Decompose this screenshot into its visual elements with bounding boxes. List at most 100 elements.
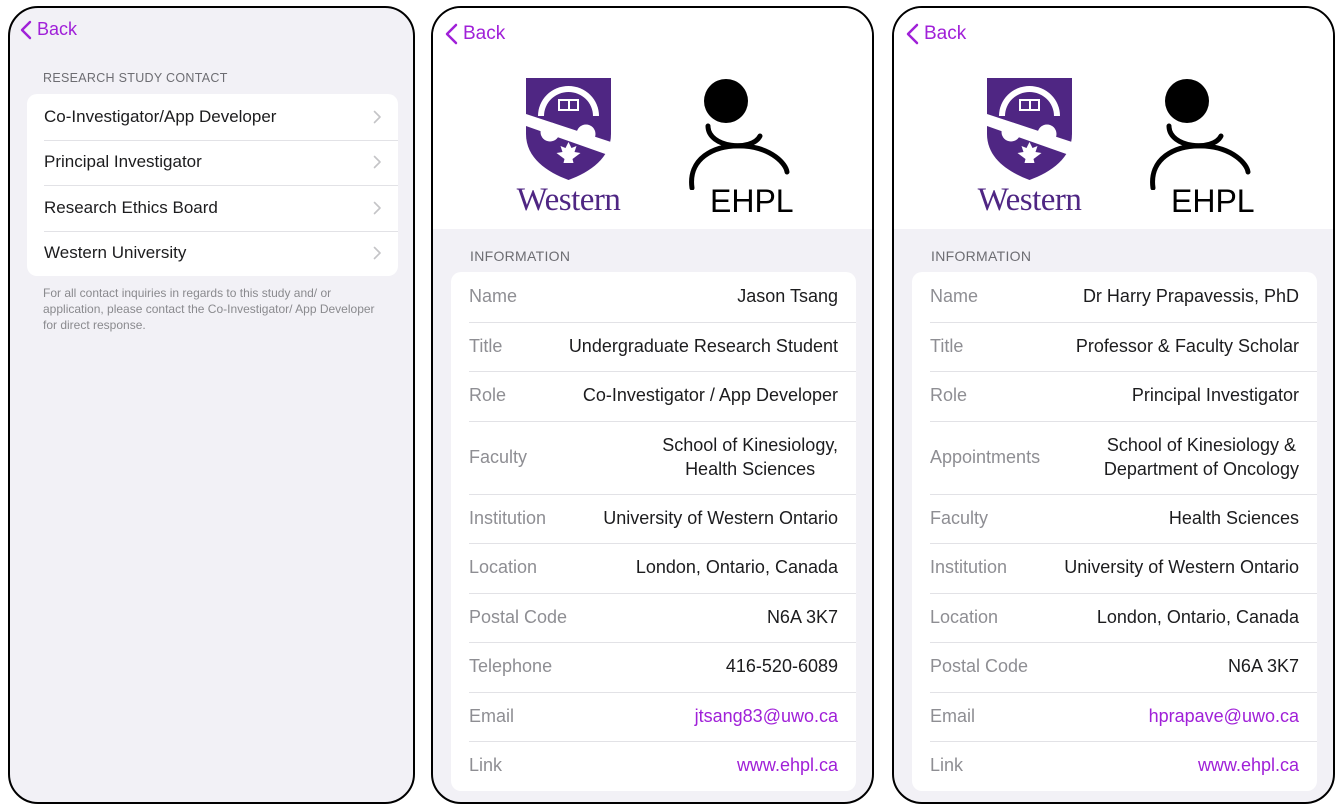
info-row-title: Title Professor & Faculty Scholar: [912, 321, 1317, 372]
western-logo: Western: [962, 76, 1097, 217]
info-key: Postal Code: [469, 606, 568, 627]
western-logo: Western: [501, 76, 636, 217]
list-item-label: Principal Investigator: [44, 152, 202, 172]
info-key: Title: [469, 335, 503, 356]
info-key: Telephone: [469, 656, 553, 677]
info-row-name: Name Dr Harry Prapavessis, PhD: [912, 272, 1317, 322]
info-value: Professor & Faculty Scholar: [1075, 335, 1299, 356]
info-row-role: Role Co-Investigator / App Developer: [451, 371, 856, 421]
section-header: RESEARCH STUDY CONTACT: [43, 71, 228, 85]
info-key: Faculty: [469, 446, 528, 467]
section-header: INFORMATION: [470, 248, 571, 264]
info-row-link: Link www.ehpl.ca: [451, 741, 856, 791]
info-key: Postal Code: [930, 656, 1029, 677]
info-key: Institution: [469, 507, 547, 528]
info-value: Health Sciences: [1168, 507, 1299, 528]
info-key: Location: [930, 606, 999, 627]
back-button[interactable]: Back: [906, 23, 966, 45]
info-row-role: Role Principal Investigator: [912, 371, 1317, 421]
info-row-name: Name Jason Tsang: [451, 272, 856, 322]
info-key: Role: [469, 385, 507, 406]
western-crest-icon: [526, 78, 611, 180]
chevron-right-icon: [373, 110, 381, 124]
info-key: Link: [469, 755, 503, 776]
ehpl-figure-icon: [689, 79, 790, 191]
chevron-left-icon: [906, 23, 919, 45]
info-row-email: Email hprapave@uwo.ca: [912, 691, 1317, 742]
list-item-research-ethics-board[interactable]: Research Ethics Board: [27, 185, 398, 231]
contact-detail-screen-2: Western EHPL Back INFORMATION Name Dr Har…: [892, 6, 1335, 804]
info-key: Link: [930, 755, 964, 776]
list-item-label: Co-Investigator/App Developer: [44, 106, 277, 126]
info-row-appointments: Appointments School of Kinesiology & Depa…: [912, 420, 1317, 494]
back-button[interactable]: Back: [445, 23, 505, 45]
info-key: Name: [930, 286, 979, 307]
info-row-faculty: Faculty Health Sciences: [912, 493, 1317, 544]
website-link[interactable]: www.ehpl.ca: [737, 755, 838, 776]
back-label: Back: [463, 23, 506, 44]
back-button[interactable]: Back: [20, 19, 77, 40]
info-key: Location: [469, 557, 538, 578]
info-key: Email: [930, 705, 976, 726]
list-item-principal-investigator[interactable]: Principal Investigator: [27, 139, 398, 186]
contact-detail-screen-1: Western EHPL Back INFORMATION Name Jason …: [431, 6, 874, 804]
contact-list-screen: Back RESEARCH STUDY CONTACT Co-Investiga…: [8, 6, 415, 804]
info-row-institution: Institution University of Western Ontario: [912, 543, 1317, 593]
info-value: School of Kinesiology & Department of On…: [1103, 435, 1299, 479]
list-item-label: Western University: [44, 243, 187, 263]
info-key: Appointments: [930, 446, 1041, 467]
ehpl-logo: EHPL: [686, 78, 798, 218]
chevron-left-icon: [445, 23, 458, 45]
info-row-location: Location London, Ontario, Canada: [451, 543, 856, 593]
email-link[interactable]: hprapave@uwo.ca: [1149, 706, 1299, 727]
info-key: Name: [469, 286, 518, 307]
chevron-right-icon: [373, 246, 381, 260]
section-header: INFORMATION: [931, 248, 1032, 264]
information-list: Name Dr Harry Prapavessis, PhD Title Profe…: [912, 272, 1317, 791]
info-value: London, Ontario, Canada: [1096, 606, 1299, 627]
info-key: Email: [469, 705, 515, 726]
info-row-institution: Institution University of Western Ontario: [451, 493, 856, 544]
chevron-right-icon: [373, 201, 381, 215]
chevron-right-icon: [373, 155, 381, 169]
info-value: N6A 3K7: [766, 606, 838, 627]
info-value: Principal Investigator: [1131, 385, 1299, 406]
ehpl-figure-icon: [1150, 79, 1251, 191]
list-item-western-university[interactable]: Western University: [27, 230, 398, 277]
info-row-title: Title Undergraduate Research Student: [451, 321, 856, 372]
info-value: Undergraduate Research Student: [568, 335, 838, 356]
western-crest-icon: [987, 78, 1072, 180]
info-key: Faculty: [930, 507, 989, 528]
info-row-link: Link www.ehpl.ca: [912, 741, 1317, 791]
info-row-postal-code: Postal Code N6A 3K7: [451, 592, 856, 643]
info-row-postal-code: Postal Code N6A 3K7: [912, 642, 1317, 692]
info-row-telephone: Telephone 416-520-6089: [451, 642, 856, 692]
info-row-email: Email jtsang83@uwo.ca: [451, 691, 856, 742]
info-value: 416-520-6089: [725, 656, 838, 677]
email-link[interactable]: jtsang83@uwo.ca: [695, 706, 838, 727]
info-key: Role: [930, 385, 968, 406]
western-wordmark: Western: [516, 182, 621, 218]
info-value: Jason Tsang: [737, 286, 838, 307]
ehpl-wordmark: EHPL: [710, 183, 794, 219]
ehpl-wordmark: EHPL: [1171, 183, 1255, 219]
website-link[interactable]: www.ehpl.ca: [1198, 755, 1299, 776]
info-value: Dr Harry Prapavessis, PhD: [1082, 286, 1299, 307]
list-item-co-investigator[interactable]: Co-Investigator/App Developer: [27, 94, 398, 140]
info-value: Co-Investigator / App Developer: [582, 385, 838, 406]
back-label: Back: [924, 23, 967, 44]
back-label: Back: [37, 19, 78, 39]
section-footer: For all contact inquiries in regards to …: [43, 286, 375, 332]
info-value: University of Western Ontario: [1064, 557, 1299, 578]
info-value: N6A 3K7: [1227, 656, 1299, 677]
info-key: Institution: [930, 557, 1008, 578]
info-row-location: Location London, Ontario, Canada: [912, 592, 1317, 643]
info-value: London, Ontario, Canada: [635, 557, 838, 578]
information-list: Name Jason Tsang Title Undergraduate Resea…: [451, 272, 856, 791]
info-value: School of Kinesiology, Health Sciences: [662, 435, 838, 479]
info-row-faculty: Faculty School of Kinesiology, Health Sci…: [451, 420, 856, 494]
ehpl-logo: EHPL: [1147, 78, 1259, 218]
info-key: Title: [930, 335, 964, 356]
info-value: University of Western Ontario: [603, 507, 838, 528]
chevron-left-icon: [20, 20, 32, 39]
